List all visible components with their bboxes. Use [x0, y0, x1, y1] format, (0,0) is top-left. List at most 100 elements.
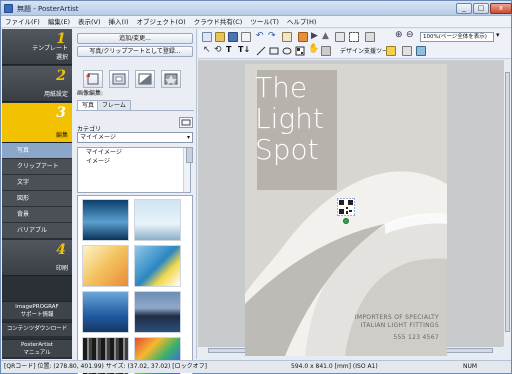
- effect-button[interactable]: [161, 70, 181, 88]
- print-icon[interactable]: [241, 32, 251, 42]
- save-icon[interactable]: [228, 32, 238, 42]
- sidebar-item-shape[interactable]: 図形: [2, 191, 72, 207]
- zoom-value: 100%(ページ全体を表示): [423, 34, 487, 40]
- rectangle-icon[interactable]: [269, 46, 279, 56]
- menu-cloud[interactable]: クラウド共有(C): [190, 16, 247, 28]
- open-icon[interactable]: [215, 32, 225, 42]
- play-icon[interactable]: ▶: [311, 31, 318, 41]
- sidebar-item-clipart[interactable]: クリップアート: [2, 159, 72, 175]
- step-template[interactable]: 1 テンプレート 選択: [2, 29, 72, 65]
- step-label: 印刷: [55, 265, 68, 272]
- menu-file[interactable]: ファイル(F): [1, 16, 44, 28]
- thumbnail-water-drop[interactable]: [82, 199, 129, 241]
- step-label: テンプレート: [32, 45, 68, 52]
- line-icon[interactable]: [256, 46, 266, 56]
- zoom-out-icon[interactable]: ⊖: [406, 30, 414, 40]
- sidebar-item-text[interactable]: 文字: [2, 175, 72, 191]
- poster-line1: The: [255, 71, 308, 104]
- pointer-icon[interactable]: ↖: [203, 45, 211, 55]
- manual-line2: マニュアル: [23, 350, 51, 356]
- redo-icon[interactable]: ↷: [268, 31, 276, 41]
- zoom-in-icon[interactable]: ⊕: [395, 30, 403, 40]
- tab-frame[interactable]: フレーム: [97, 100, 131, 110]
- design-support-icon[interactable]: [386, 46, 396, 56]
- title-bar: 無題 - PosterArtist _ □ x: [1, 1, 512, 16]
- step-number: 2: [56, 68, 66, 84]
- poster-tag2: ITALIAN LIGHT FITTINGS: [360, 322, 439, 329]
- app-window: 無題 - PosterArtist _ □ x ファイル(F) 編集(E) 表示(V…: [0, 0, 512, 374]
- chevron-down-icon[interactable]: ▾: [496, 31, 500, 39]
- crop-icon: [86, 73, 99, 85]
- poster-headline[interactable]: The Light Spot: [255, 72, 324, 165]
- step-edit[interactable]: 3 編集: [2, 103, 72, 143]
- support-info-button[interactable]: imagePROGRAF サポート情報: [2, 301, 72, 319]
- thumbnail-ice[interactable]: [134, 199, 181, 241]
- zoom-select[interactable]: 100%(ページ全体を表示): [420, 32, 494, 42]
- thumbnail-abstract[interactable]: [134, 245, 181, 287]
- step-label-2: 選択: [55, 54, 68, 61]
- minimize-button[interactable]: _: [456, 3, 472, 14]
- step-print[interactable]: 4 印刷: [2, 240, 72, 276]
- menu-object[interactable]: オブジェクト(O): [133, 16, 190, 28]
- sidebar-item-photo[interactable]: 写真: [2, 143, 72, 159]
- status-num: NUM: [463, 363, 478, 370]
- ellipse-icon[interactable]: [282, 46, 292, 56]
- register-clipart-button[interactable]: 写真/クリップアートとして登録...: [77, 46, 193, 57]
- vertical-scrollbar[interactable]: [503, 60, 511, 346]
- poster-tagline[interactable]: IMPORTERS OF SPECIALTY ITALIAN LIGHT FIT…: [355, 314, 439, 342]
- close-button[interactable]: x: [490, 3, 512, 14]
- maximize-button[interactable]: □: [473, 3, 489, 14]
- poster-line3: Spot: [255, 133, 319, 166]
- content-download-button[interactable]: コンテンツダウンロード: [2, 322, 72, 336]
- layout-icon[interactable]: [402, 46, 412, 56]
- menu-edit[interactable]: 編集(E): [44, 16, 74, 28]
- align-icon[interactable]: ▲: [322, 31, 329, 41]
- sidebar-item-variable[interactable]: バリアブル: [2, 223, 72, 239]
- hand-icon[interactable]: ✋: [308, 44, 319, 54]
- menu-view[interactable]: 表示(V): [74, 16, 105, 28]
- frame-icon[interactable]: [321, 46, 331, 56]
- text-icon[interactable]: T: [226, 45, 231, 54]
- rotate-icon[interactable]: ⟲: [214, 45, 222, 55]
- category-list: マイイメージ イメージ: [77, 147, 191, 193]
- step-paper[interactable]: 2 用紙設定: [2, 66, 72, 102]
- manual-button[interactable]: PosterArtist マニュアル: [2, 339, 72, 357]
- list-item[interactable]: マイイメージ: [78, 148, 190, 157]
- vertical-text-icon[interactable]: T↓: [238, 45, 250, 54]
- group-icon[interactable]: [335, 32, 345, 42]
- qrcode-object[interactable]: [337, 198, 355, 216]
- category-select[interactable]: マイイメージ ▾: [77, 132, 193, 143]
- step-sidebar: 1 テンプレート 選択 2 用紙設定 3 編集 写真 クリップアート 文字 図形 …: [2, 29, 72, 359]
- add-change-button[interactable]: 追加/変更...: [77, 33, 193, 44]
- new-icon[interactable]: [202, 32, 212, 42]
- undo-icon[interactable]: ↶: [256, 31, 264, 41]
- menu-tools[interactable]: ツール(T): [246, 16, 283, 28]
- rotate-handle-icon[interactable]: [343, 218, 349, 224]
- menu-insert[interactable]: 挿入(I): [105, 16, 133, 28]
- thumbnail-yacht[interactable]: [82, 291, 129, 333]
- tab-photo[interactable]: 写真: [77, 100, 100, 110]
- qrcode-icon[interactable]: [295, 46, 305, 56]
- thumbnail-city[interactable]: [134, 291, 181, 333]
- trim-icon: [112, 73, 126, 85]
- poster-page[interactable]: The Light Spot IMPORTERS OF SPECIALTY IT…: [245, 64, 447, 356]
- photo-panel: 追加/変更... 写真/クリップアートとして登録... 画像編集: 写真 フレー…: [73, 29, 197, 374]
- clipboard-icon[interactable]: [282, 32, 292, 42]
- panel-scroll-thumb[interactable]: [186, 147, 193, 163]
- flip-button[interactable]: [135, 70, 155, 88]
- crop-button[interactable]: [83, 70, 103, 88]
- chevron-down-icon: ▾: [186, 134, 190, 141]
- list-item[interactable]: イメージ: [78, 157, 190, 166]
- grid-icon[interactable]: [365, 32, 375, 42]
- menu-help[interactable]: ヘルプ(H): [283, 16, 320, 28]
- app-icon: [4, 4, 13, 13]
- flip-icon: [138, 73, 152, 85]
- step-label: 用紙設定: [43, 91, 68, 98]
- palette-icon[interactable]: [416, 46, 426, 56]
- thumbnail-flowers[interactable]: [82, 245, 129, 287]
- trim-button[interactable]: [109, 70, 129, 88]
- sidebar-item-background[interactable]: 背景: [2, 207, 72, 223]
- bring-front-icon[interactable]: [298, 32, 308, 42]
- select-area-icon[interactable]: [349, 32, 359, 42]
- view-toggle-button[interactable]: [179, 117, 193, 128]
